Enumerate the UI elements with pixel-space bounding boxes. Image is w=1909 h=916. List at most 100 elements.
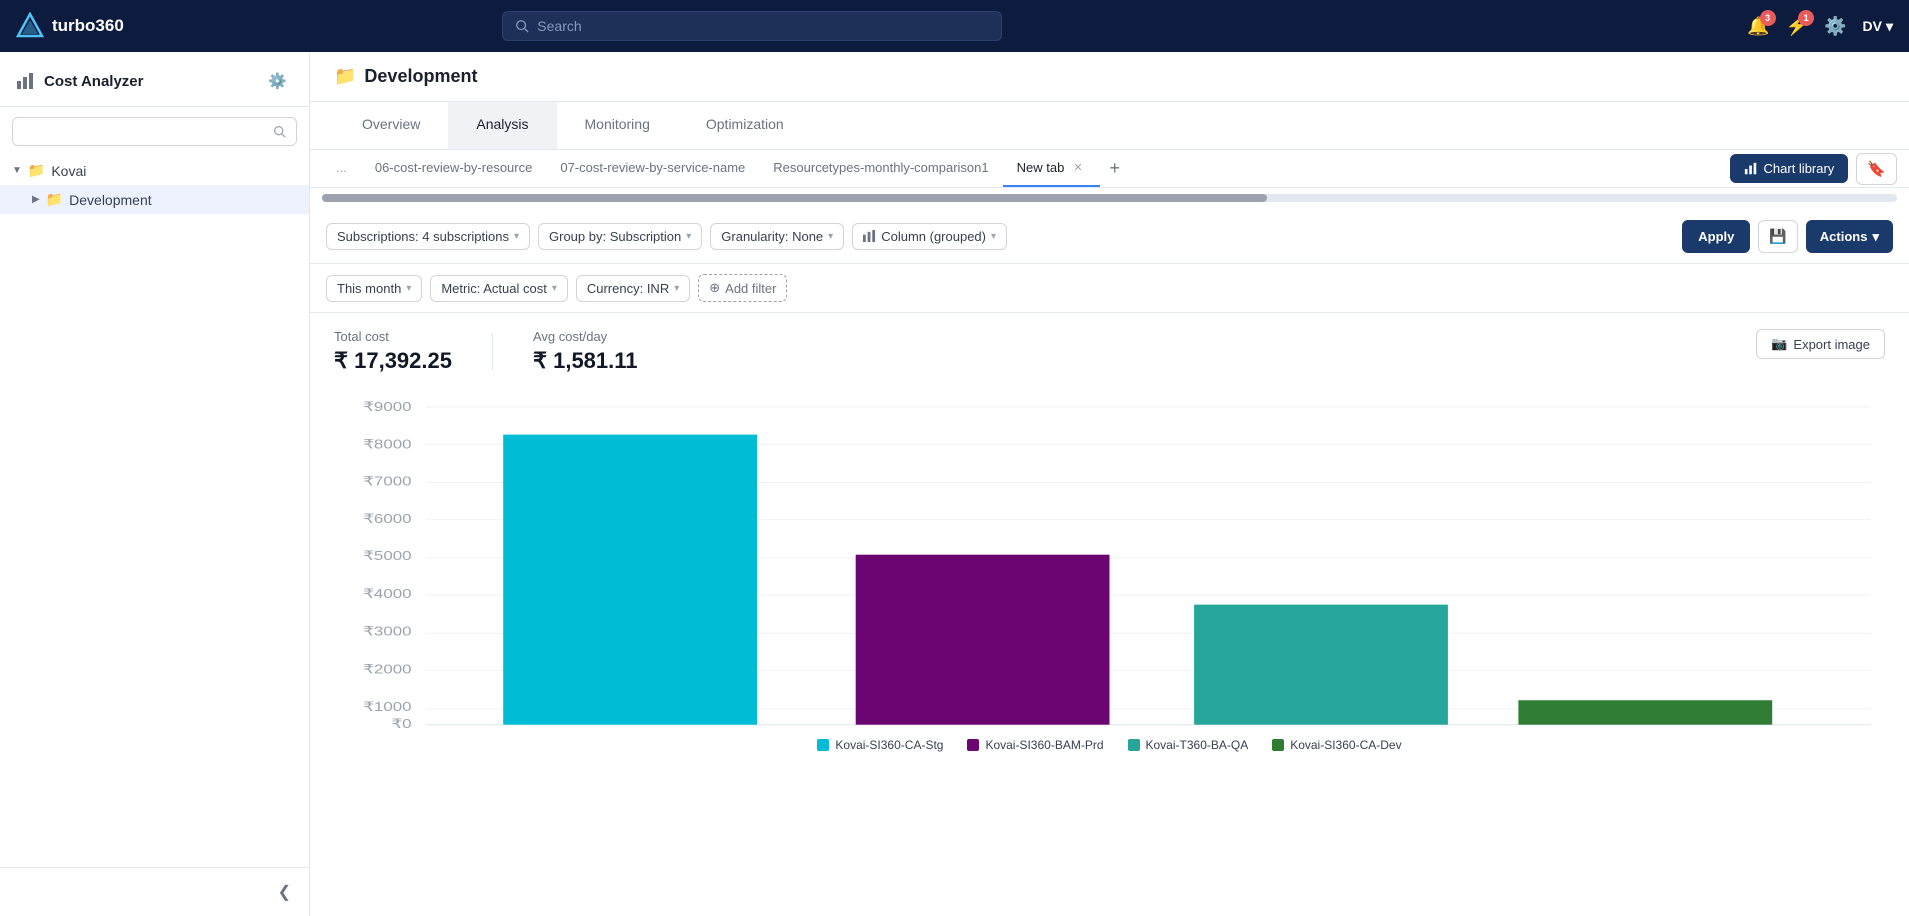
bookmark-icon: 🔖 <box>1867 161 1886 178</box>
time-range-filter[interactable]: This month ▾ <box>326 275 422 302</box>
legend-label-2: Kovai-SI360-BAM-Prd <box>985 738 1103 752</box>
svg-text:₹1000: ₹1000 <box>363 700 411 714</box>
sidebar-item-development[interactable]: ▶ 📁 Development <box>0 185 309 214</box>
sidebar-search-input[interactable] <box>23 124 267 139</box>
page-title-text: Development <box>364 66 477 87</box>
currency-filter[interactable]: Currency: INR ▾ <box>576 275 690 302</box>
logo-icon <box>16 12 44 40</box>
svg-text:₹6000: ₹6000 <box>363 512 411 526</box>
app-body: Cost Analyzer ⚙️ ▼ 📁 Kovai ▶ 📁 Developme… <box>0 52 1909 916</box>
bar-kovai-ca-stg[interactable] <box>503 435 757 725</box>
svg-text:₹7000: ₹7000 <box>363 475 411 489</box>
chart-tab-1[interactable]: 06-cost-review-by-resource <box>361 150 547 187</box>
nav-right: 🔔 3 ⚡ 1 ⚙️ DV ▾ <box>1747 16 1893 37</box>
apply-button[interactable]: Apply <box>1682 220 1750 253</box>
top-navigation: turbo360 🔔 3 ⚡ 1 ⚙️ DV ▾ <box>0 0 1909 52</box>
chevron-down-icon: ▾ <box>686 231 691 242</box>
chart-container: ₹9000 ₹8000 ₹7000 ₹6000 ₹5000 ₹4000 ₹300… <box>334 390 1885 730</box>
page-title: 📁 Development <box>334 66 477 87</box>
group-by-filter[interactable]: Group by: Subscription ▾ <box>538 223 702 250</box>
subscriptions-filter[interactable]: Subscriptions: 4 subscriptions ▾ <box>326 223 530 250</box>
add-filter-button[interactable]: ⊕ Add filter <box>698 274 787 302</box>
bar-kovai-ba-qa[interactable] <box>1194 605 1448 725</box>
scrollbar-track[interactable] <box>322 194 1897 202</box>
folder-icon: 📁 <box>28 162 45 179</box>
actions-button[interactable]: Actions ▾ <box>1806 220 1893 253</box>
tab-optimization[interactable]: Optimization <box>678 102 812 149</box>
search-input[interactable] <box>537 18 989 34</box>
granularity-filter[interactable]: Granularity: None ▾ <box>710 223 844 250</box>
svg-text:₹0: ₹0 <box>391 717 411 730</box>
notifications-badge: 3 <box>1760 10 1776 26</box>
tab-overview[interactable]: Overview <box>334 102 448 149</box>
chevron-down-icon: ▾ <box>552 283 557 294</box>
legend-item-3: Kovai-T360-BA-QA <box>1128 738 1249 752</box>
metric-filter[interactable]: Metric: Actual cost ▾ <box>430 275 568 302</box>
filters-row-2: This month ▾ Metric: Actual cost ▾ Curre… <box>310 264 1909 313</box>
svg-text:₹8000: ₹8000 <box>363 437 411 451</box>
sidebar-item-kovai[interactable]: ▼ 📁 Kovai <box>0 156 309 185</box>
bookmark-button[interactable]: 🔖 <box>1856 153 1897 185</box>
user-menu[interactable]: DV ▾ <box>1863 18 1893 35</box>
total-cost-card: Total cost ₹ 17,392.25 <box>334 329 452 374</box>
tree-root: ▼ 📁 Kovai ▶ 📁 Development <box>0 156 309 214</box>
chart-library-label: Chart library <box>1764 161 1835 176</box>
legend-color-4 <box>1272 739 1284 751</box>
svg-text:₹4000: ₹4000 <box>363 587 411 601</box>
alerts-button[interactable]: ⚡ 1 <box>1786 16 1808 37</box>
time-range-label: This month <box>337 281 401 296</box>
tab-monitoring[interactable]: Monitoring <box>557 102 678 149</box>
chart-legend: Kovai-SI360-CA-Stg Kovai-SI360-BAM-Prd K… <box>334 738 1885 752</box>
settings-button[interactable]: ⚙️ <box>1824 16 1846 37</box>
chart-tab-prev[interactable]: ... <box>322 150 361 187</box>
legend-color-2 <box>967 739 979 751</box>
sidebar-footer: ❮ <box>0 867 309 916</box>
chevron-down-icon: ▾ <box>991 231 996 242</box>
chart-library-button[interactable]: Chart library <box>1730 154 1849 183</box>
divider <box>492 333 493 370</box>
sidebar-title: Cost Analyzer <box>16 71 143 91</box>
chart-tab-2[interactable]: 07-cost-review-by-service-name <box>546 150 759 187</box>
chart-type-filter[interactable]: Column (grouped) ▾ <box>852 223 1007 250</box>
legend-label-3: Kovai-T360-BA-QA <box>1146 738 1249 752</box>
app-name: turbo360 <box>52 16 124 36</box>
legend-label-1: Kovai-SI360-CA-Stg <box>835 738 943 752</box>
legend-item-4: Kovai-SI360-CA-Dev <box>1272 738 1401 752</box>
search-box[interactable] <box>502 11 1002 41</box>
chart-tab-3[interactable]: Resourcetypes-monthly-comparison1 <box>759 150 1002 187</box>
column-chart-icon <box>863 230 876 243</box>
svg-text:₹9000: ₹9000 <box>363 400 411 414</box>
avg-cost-card: Avg cost/day ₹ 1,581.11 <box>533 329 638 374</box>
scrollbar-thumb[interactable] <box>322 194 1267 202</box>
filters-row-1: Subscriptions: 4 subscriptions ▾ Group b… <box>310 210 1909 264</box>
tab-analysis[interactable]: Analysis <box>448 102 556 149</box>
main-content: 📁 Development Overview Analysis Monitori… <box>310 52 1909 916</box>
chart-type-label: Column (grouped) <box>881 229 986 244</box>
collapse-sidebar-button[interactable]: ❮ <box>270 878 299 906</box>
chevron-down-icon: ▼ <box>12 165 22 176</box>
sidebar-settings-button[interactable]: ⚙️ <box>262 68 293 94</box>
bar-chart: ₹9000 ₹8000 ₹7000 ₹6000 ₹5000 ₹4000 ₹300… <box>334 390 1885 730</box>
save-icon-button[interactable]: 💾 <box>1758 220 1797 253</box>
svg-text:₹3000: ₹3000 <box>363 624 411 638</box>
svg-text:₹5000: ₹5000 <box>363 549 411 563</box>
sidebar-search-box[interactable] <box>12 117 297 146</box>
bar-kovai-bam-prd[interactable] <box>856 555 1110 725</box>
sidebar-header: Cost Analyzer ⚙️ <box>0 52 309 107</box>
tab-scrollbar[interactable] <box>310 188 1909 210</box>
chart-tabs-bar: ... 06-cost-review-by-resource 07-cost-r… <box>310 150 1909 188</box>
save-icon: 💾 <box>1769 228 1786 244</box>
export-label: Export image <box>1793 337 1870 352</box>
search-area <box>502 11 1002 41</box>
currency-label: Currency: INR <box>587 281 669 296</box>
filter-actions: Apply 💾 Actions ▾ <box>1682 220 1893 253</box>
add-tab-button[interactable]: + <box>1100 152 1131 185</box>
cost-analyzer-icon <box>16 71 36 91</box>
export-image-button[interactable]: 📷 Export image <box>1756 329 1885 359</box>
chart-area: Total cost ₹ 17,392.25 Avg cost/day ₹ 1,… <box>310 313 1909 916</box>
close-tab-icon[interactable]: ✕ <box>1070 160 1085 175</box>
notifications-button[interactable]: 🔔 3 <box>1747 16 1769 37</box>
development-label: Development <box>69 192 152 208</box>
chart-tab-4[interactable]: New tab ✕ <box>1003 150 1100 187</box>
bar-kovai-ca-dev[interactable] <box>1518 700 1772 724</box>
